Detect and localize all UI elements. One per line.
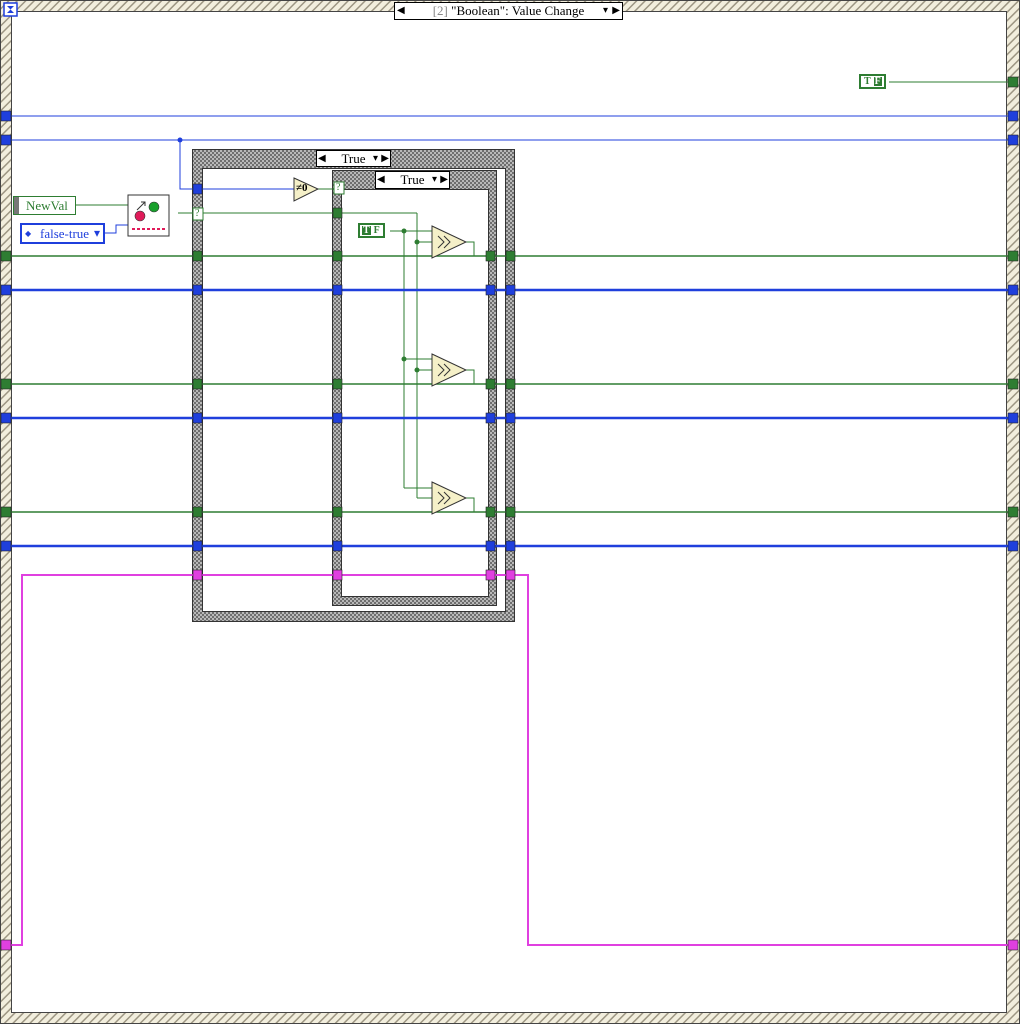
increment-arrow-icon[interactable]: ▶	[612, 4, 620, 18]
false-indicator-label: F	[372, 225, 381, 236]
enum-constant-label: false-true	[40, 226, 90, 241]
hourglass-icon[interactable]	[3, 2, 18, 17]
inner-case-label: True	[400, 172, 425, 187]
event-case-index: [2]	[432, 3, 448, 18]
decrement-arrow-icon[interactable]: ◀	[377, 173, 385, 187]
not-equal-zero-label: ≠0	[296, 182, 308, 194]
increment-arrow-icon[interactable]: ▶	[440, 173, 448, 187]
outer-case-selector[interactable]: ◀ True ▾ ▶	[316, 150, 391, 167]
event-case-selector[interactable]: ◀ [2] "Boolean": Value Change ▾ ▶	[394, 2, 623, 20]
block-diagram	[0, 0, 1020, 1024]
dropdown-arrow-icon[interactable]: ▾	[432, 173, 437, 187]
inner-case-selector[interactable]: ◀ True ▾ ▶	[375, 171, 450, 189]
enum-constant[interactable]: ◆ false-true ▾	[20, 223, 105, 244]
true-constant-label: T	[362, 225, 371, 236]
inner-selector-question: ?	[336, 182, 341, 193]
boolean-transition-icon[interactable]	[127, 194, 170, 237]
false-constant[interactable]: T F	[859, 74, 886, 89]
top-constant-t: T	[863, 76, 872, 87]
decrement-arrow-icon[interactable]: ◀	[397, 4, 405, 18]
dropdown-arrow-icon[interactable]: ▾	[603, 4, 608, 18]
true-constant[interactable]: T F	[358, 223, 385, 238]
inner-case-structure[interactable]	[332, 170, 497, 606]
newval-label: NewVal	[26, 198, 68, 213]
outer-selector-question: ?	[195, 208, 200, 219]
dropdown-arrow-icon[interactable]: ▾	[373, 152, 378, 166]
decrement-arrow-icon[interactable]: ◀	[318, 152, 326, 166]
outer-case-label: True	[341, 151, 366, 166]
increment-arrow-icon[interactable]: ▶	[381, 152, 389, 166]
event-case-label: "Boolean": Value Change	[451, 3, 585, 18]
enum-increment-icon[interactable]: ◆	[25, 227, 31, 241]
newval-terminal[interactable]: NewVal	[13, 196, 76, 215]
dropdown-arrow-icon[interactable]: ▾	[94, 226, 100, 240]
top-constant-f: F	[873, 76, 882, 87]
